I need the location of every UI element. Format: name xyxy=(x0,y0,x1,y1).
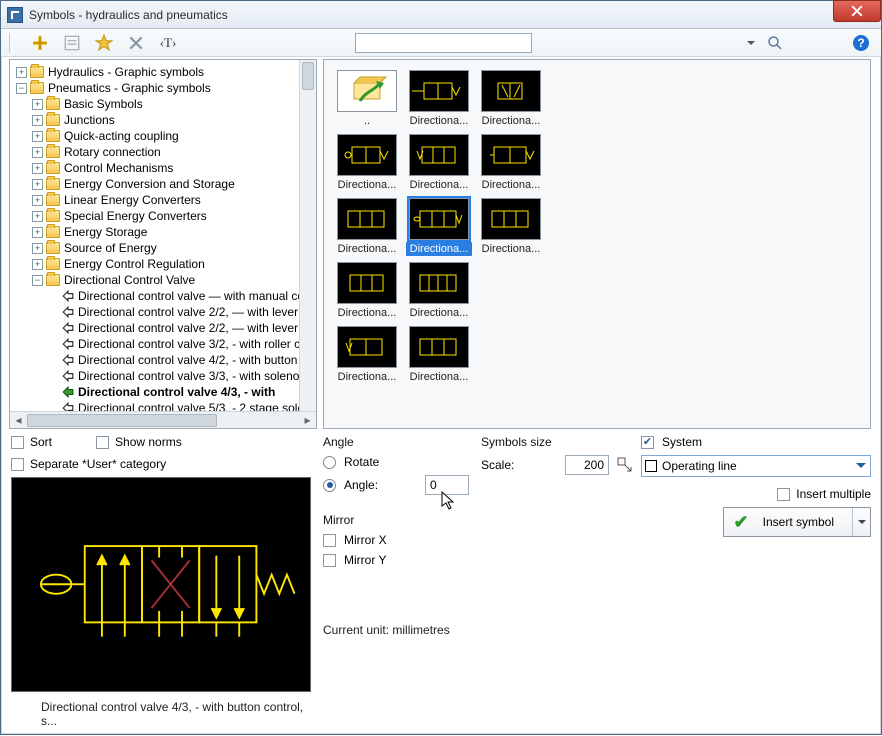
sort-checkbox[interactable]: Sort xyxy=(11,435,52,449)
tree-node-source[interactable]: +Source of Energy xyxy=(14,240,316,256)
current-unit-label: Current unit: millimetres xyxy=(323,623,473,637)
tree-node-quick[interactable]: +Quick-acting coupling xyxy=(14,128,316,144)
gallery-item[interactable]: Directiona... xyxy=(334,326,400,384)
tree-leaf-selected[interactable]: Directional control valve 4/3, - with xyxy=(14,384,316,400)
symbol-preview xyxy=(11,477,311,692)
gallery-item[interactable]: Directiona... xyxy=(406,326,472,384)
mirror-group: Mirror Mirror X Mirror Y xyxy=(323,513,469,567)
separate-user-checkbox[interactable]: Separate *User* category xyxy=(11,457,166,471)
app-icon xyxy=(7,7,23,23)
angle-input[interactable] xyxy=(425,475,469,495)
symbol-icon xyxy=(62,354,74,366)
preview-caption: Directional control valve 4/3, - with bu… xyxy=(1,700,319,736)
show-norms-checkbox[interactable]: Show norms xyxy=(96,435,182,449)
tree-node-storage[interactable]: +Energy Storage xyxy=(14,224,316,240)
scale-input[interactable] xyxy=(565,455,609,475)
system-checkbox[interactable] xyxy=(641,436,654,449)
insert-symbol-button[interactable]: ✔Insert symbol xyxy=(723,507,871,537)
gallery-item[interactable]: Directiona... xyxy=(334,262,400,320)
tree-leaf[interactable]: Directional control valve — with manual … xyxy=(14,288,316,304)
tree-node-regulation[interactable]: +Energy Control Regulation xyxy=(14,256,316,272)
size-group: Symbols size Scale: xyxy=(481,435,633,637)
gallery-item[interactable]: Directiona... xyxy=(334,198,400,256)
symbol-gallery[interactable]: .. Directiona... Directiona... D xyxy=(323,59,871,429)
system-group: System Operating line Insert multiple ✔I… xyxy=(641,435,871,637)
tree-node-special[interactable]: +Special Energy Converters xyxy=(14,208,316,224)
tree-node-dcv[interactable]: −Directional Control Valve xyxy=(14,272,316,288)
symbol-icon xyxy=(62,370,74,382)
toolbar-grip xyxy=(9,33,13,53)
gallery-item[interactable]: Directiona... xyxy=(478,134,544,192)
tree-node-rotary[interactable]: +Rotary connection xyxy=(14,144,316,160)
check-icon: ✔ xyxy=(734,512,749,533)
tree-node-hydraulics[interactable]: +Hydraulics - Graphic symbols xyxy=(14,64,316,80)
text-tag-icon[interactable]: ‹T› xyxy=(159,34,177,52)
insert-symbol-dropdown[interactable] xyxy=(852,508,870,536)
tree-leaf[interactable]: Directional control valve 3/3, - with so… xyxy=(14,368,316,384)
gallery-item[interactable]: Directiona... xyxy=(406,70,472,128)
tree-node-pneumatics[interactable]: −Pneumatics - Graphic symbols xyxy=(14,80,316,96)
add-icon[interactable] xyxy=(31,34,49,52)
pick-scale-icon[interactable] xyxy=(617,457,633,473)
gallery-up[interactable]: .. xyxy=(334,70,400,128)
tree-node-linear[interactable]: +Linear Energy Converters xyxy=(14,192,316,208)
tree-node-energyconv[interactable]: +Energy Conversion and Storage xyxy=(14,176,316,192)
window-title: Symbols - hydraulics and pneumatics xyxy=(29,8,228,22)
symbol-icon xyxy=(62,338,74,350)
help-icon[interactable]: ? xyxy=(853,35,869,51)
symbol-icon-selected xyxy=(62,386,74,398)
gallery-item-selected[interactable]: Directiona... xyxy=(406,198,472,256)
tree-scrollbar-h[interactable]: ◂▸ xyxy=(10,411,316,428)
properties-icon[interactable] xyxy=(63,34,81,52)
gallery-item[interactable]: Directiona... xyxy=(334,134,400,192)
tree-scrollbar-v[interactable] xyxy=(299,60,316,411)
tree-view[interactable]: +Hydraulics - Graphic symbols −Pneumatic… xyxy=(9,59,317,429)
close-button[interactable] xyxy=(833,0,881,22)
search-icon[interactable] xyxy=(767,35,783,51)
close-icon xyxy=(851,5,863,17)
angle-radio[interactable] xyxy=(323,479,336,492)
rotate-radio[interactable] xyxy=(323,456,336,469)
symbol-icon xyxy=(62,290,74,302)
angle-group: Angle Rotate Angle: xyxy=(323,435,469,495)
gallery-item[interactable]: Directiona... xyxy=(478,70,544,128)
symbol-icon xyxy=(62,322,74,334)
tree-node-control[interactable]: +Control Mechanisms xyxy=(14,160,316,176)
title-bar: Symbols - hydraulics and pneumatics xyxy=(1,1,881,29)
tree-node-junctions[interactable]: +Junctions xyxy=(14,112,316,128)
symbol-icon xyxy=(62,306,74,318)
tree-leaf[interactable]: Directional control valve 4/2, - with bu… xyxy=(14,352,316,368)
insert-multiple-checkbox[interactable]: Insert multiple xyxy=(777,487,871,501)
toolbar: ‹T› ? xyxy=(1,29,881,57)
tree-leaf[interactable]: Directional control valve 2/2, — with le… xyxy=(14,304,316,320)
tree-leaf[interactable]: Directional control valve 2/2, — with le… xyxy=(14,320,316,336)
search-input[interactable] xyxy=(355,33,532,53)
gallery-item[interactable]: Directiona... xyxy=(478,198,544,256)
favorite-icon[interactable] xyxy=(95,34,113,52)
mirror-x-checkbox[interactable] xyxy=(323,534,336,547)
tree-node-basic[interactable]: +Basic Symbols xyxy=(14,96,316,112)
system-select[interactable]: Operating line xyxy=(641,455,871,477)
delete-icon[interactable] xyxy=(127,34,145,52)
tree-leaf[interactable]: Directional control valve 3/2, - with ro… xyxy=(14,336,316,352)
gallery-item[interactable]: Directiona... xyxy=(406,262,472,320)
line-swatch-icon xyxy=(645,460,657,472)
gallery-item[interactable]: Directiona... xyxy=(406,134,472,192)
window-frame: Symbols - hydraulics and pneumatics ‹T› xyxy=(0,0,882,735)
mirror-y-checkbox[interactable] xyxy=(323,554,336,567)
